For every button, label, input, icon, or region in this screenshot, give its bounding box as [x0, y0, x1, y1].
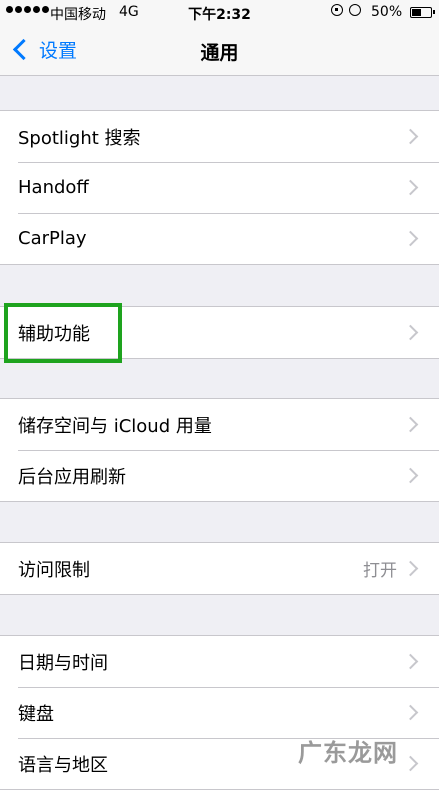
settings-row-spotlight[interactable]: Spotlight 搜索: [0, 111, 439, 162]
row-label: 储存空间与 iCloud 用量: [18, 415, 212, 437]
settings-row-date-time[interactable]: 日期与时间: [0, 636, 439, 687]
row-value: 打开: [363, 561, 397, 581]
row-label: 后台应用刷新: [18, 466, 126, 488]
row-label: 日期与时间: [18, 652, 108, 674]
watermark: 广东龙网: [298, 739, 398, 767]
row-label: 语言与地区: [18, 754, 108, 776]
row-label: Handoff: [18, 177, 89, 198]
settings-group-accessibility: 辅助功能: [0, 306, 439, 359]
chevron-right-icon: [402, 704, 419, 721]
settings-row-background-refresh[interactable]: 后台应用刷新: [0, 450, 439, 501]
chevron-right-icon: [402, 467, 419, 484]
chevron-right-icon: [402, 128, 419, 145]
chevron-right-icon: [402, 416, 419, 433]
battery-icon: [410, 7, 435, 18]
page-title: 通用: [200, 42, 239, 64]
row-label: 键盘: [18, 703, 54, 725]
settings-row-restrictions[interactable]: 访问限制 打开: [0, 543, 439, 594]
row-label: CarPlay: [18, 228, 87, 249]
status-bar: 中国移动 4G 下午2:32 50%: [0, 0, 439, 26]
chevron-right-icon: [402, 324, 419, 341]
chevron-right-icon: [402, 653, 419, 670]
settings-row-carplay[interactable]: CarPlay: [0, 213, 439, 264]
settings-group-storage: 储存空间与 iCloud 用量 后台应用刷新: [0, 398, 439, 502]
row-label: 访问限制: [18, 559, 90, 581]
chevron-right-icon: [402, 755, 419, 772]
settings-row-keyboard[interactable]: 键盘: [0, 687, 439, 738]
battery-percent: 50%: [371, 4, 403, 20]
settings-group-search: Spotlight 搜索 Handoff CarPlay: [0, 110, 439, 265]
chevron-right-icon: [402, 179, 419, 196]
chevron-right-icon: [402, 560, 419, 577]
navigation-bar: 设置 通用: [0, 26, 439, 76]
settings-row-storage[interactable]: 储存空间与 iCloud 用量: [0, 399, 439, 450]
row-label: Spotlight 搜索: [18, 127, 141, 149]
settings-row-handoff[interactable]: Handoff: [0, 162, 439, 213]
rotation-lock-icon: [331, 4, 343, 16]
row-label: 辅助功能: [18, 323, 90, 345]
chevron-right-icon: [402, 230, 419, 247]
settings-row-accessibility[interactable]: 辅助功能: [0, 307, 439, 358]
alarm-icon: [349, 4, 361, 16]
settings-group-restrictions: 访问限制 打开: [0, 542, 439, 595]
